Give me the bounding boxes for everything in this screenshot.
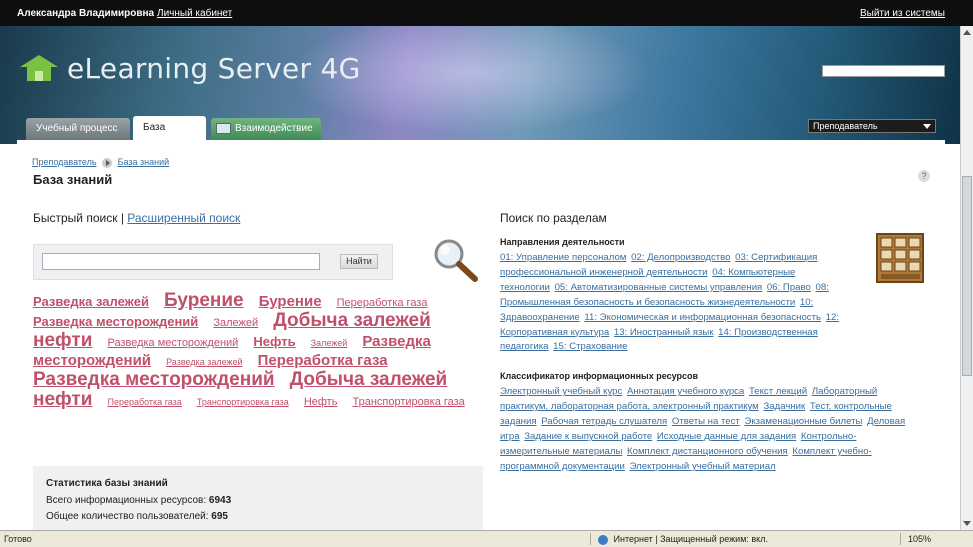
chevron-right-icon [102,157,113,168]
chevron-down-icon [923,124,931,129]
stats-row: Общее количество пользователей: 695 [46,511,470,522]
role-select-value: Преподаватель [813,121,878,131]
tag-cloud-item[interactable]: Разведка залежей [166,357,242,367]
direction-link[interactable]: 15: Страхование [553,341,627,352]
classifier-link[interactable]: Исходные данные для задания [657,431,796,442]
page-title: База знаний [33,172,113,187]
tag-cloud-item[interactable]: Нефть [253,334,295,349]
tag-cloud-item[interactable]: Переработка газа [107,397,181,407]
header-search-input[interactable] [822,65,945,77]
stats-label: Всего информационных ресурсов: [46,495,207,506]
main-content: Преподаватель База знаний База знаний ? … [17,140,945,536]
directions-list: 01: Управление персоналом 02: Делопроизв… [500,251,840,355]
classifier-link[interactable]: Задачник [763,401,805,412]
classifier-link[interactable]: Электронный учебный курс [500,386,622,397]
direction-link[interactable]: 05: Автоматизированные системы управлени… [555,282,763,293]
tag-cloud-item[interactable]: Разведка залежей [33,294,149,309]
tab-knowledge-base[interactable]: База знаний [133,116,206,157]
tag-cloud-item[interactable]: Транспортировка газа [197,397,289,407]
kb-statistics: Статистика базы знаний Всего информацион… [33,466,483,536]
quick-search-label: Быстрый поиск [33,211,118,225]
classifier-link[interactable]: Комплект дистанционного обучения [627,446,788,457]
tag-cloud-item[interactable]: Залежей [213,317,258,329]
tag-cloud-item[interactable]: Разведка месторождений [107,337,238,349]
tag-cloud-item[interactable]: Разведка месторождений [33,369,275,390]
zoom-level[interactable]: 105% [908,531,931,547]
breadcrumb-knowledge-base[interactable]: База знаний [118,157,170,167]
file-cabinet-icon [876,233,924,283]
help-icon[interactable]: ? [918,170,930,182]
tag-cloud-item[interactable]: Бурение [259,293,322,310]
advanced-search-link[interactable]: Расширенный поиск [127,211,240,225]
stats-value: 6943 [208,495,232,506]
direction-link[interactable]: 13: Иностранный язык [614,327,714,338]
tag-cloud: Разведка залежей Бурение Бурение Перераб… [33,290,483,411]
quick-search-header: Быстрый поиск | Расширенный поиск [33,211,240,225]
scroll-thumb[interactable] [962,176,972,376]
classifier-heading: Классификатор информационных ресурсов [500,371,699,382]
classifier-link[interactable]: Задание к выпускной работе [524,431,652,442]
quick-search-box: Найти [33,244,393,280]
chat-icon [216,123,231,134]
classifier-link[interactable]: Текст лекций [749,386,807,397]
tag-cloud-item[interactable]: Нефть [304,396,338,408]
logo[interactable]: eLearning Server 4G [20,52,361,85]
breadcrumb-teacher[interactable]: Преподаватель [32,157,97,167]
classifier-link[interactable]: Электронный учебный материал [630,461,776,472]
tab-learning-process[interactable]: Учебный процесс ▾ [26,118,130,156]
direction-link[interactable]: 02: Делопроизводство [631,252,730,263]
divider [590,533,591,545]
classifier-link[interactable]: Рабочая тетрадь слушателя [541,416,667,427]
stats-heading: Статистика базы знаний [46,478,168,489]
stats-row: Всего информационных ресурсов: 6943 [46,495,470,506]
logo-text: eLearning Server 4G [67,52,361,85]
globe-icon [598,534,608,545]
tag-cloud-item[interactable]: Бурение [164,290,244,311]
section-search-title: Поиск по разделам [500,211,607,225]
tag-cloud-item[interactable]: Переработка газа [258,352,388,369]
vertical-scrollbar[interactable] [960,26,973,530]
classifier-list: Электронный учебный курс Аннотация учебн… [500,385,915,474]
classifier-link[interactable]: Ответы на тест [672,416,740,427]
magnifier-icon [434,239,478,282]
scroll-down-icon[interactable] [963,521,971,526]
section-search: Поиск по разделам Направления деятельнос… [500,211,905,475]
classifier-link[interactable]: Экзаменационные билеты [744,416,862,427]
user-name: Александра Владимировна [17,8,155,19]
top-bar: Александра Владимировна Личный кабинет В… [0,0,973,26]
role-select[interactable]: Преподаватель [808,119,936,133]
personal-cabinet-link[interactable]: Личный кабинет [157,8,232,19]
directions-heading: Направления деятельности [500,237,625,247]
tab-interaction[interactable]: Взаимодействие ▾ [211,118,321,156]
tag-cloud-item[interactable]: Переработка газа [337,297,428,309]
tag-cloud-item[interactable]: Разведка месторождений [33,314,198,329]
separator: | [120,211,124,225]
browser-status-bar: Готово Интернет | Защищенный режим: вкл.… [0,530,973,547]
scroll-up-icon[interactable] [963,30,971,35]
find-button[interactable]: Найти [340,254,378,269]
stats-value: 695 [211,511,228,522]
direction-link[interactable]: 06: Право [767,282,811,293]
tag-cloud-item[interactable]: Залежей [311,338,348,348]
logout-link[interactable]: Выйти из системы [860,8,945,19]
header-glow [260,26,680,144]
direction-link[interactable]: 01: Управление персоналом [500,252,626,263]
quick-search-input[interactable] [42,253,320,270]
security-zone[interactable]: Интернет | Защищенный режим: вкл. [598,531,768,547]
divider [900,533,901,545]
tag-cloud-item[interactable]: Транспортировка газа [353,396,465,408]
zone-text: Интернет | Защищенный режим: вкл. [613,534,768,544]
direction-link[interactable]: 11: Экономическая и информационная безоп… [584,312,821,323]
status-text: Готово [4,534,32,544]
classifier-link[interactable]: Аннотация учебного курса [627,386,744,397]
breadcrumb: Преподаватель База знаний [32,157,169,168]
house-icon [20,54,58,83]
stats-label: Общее количество пользователей: [46,511,209,522]
